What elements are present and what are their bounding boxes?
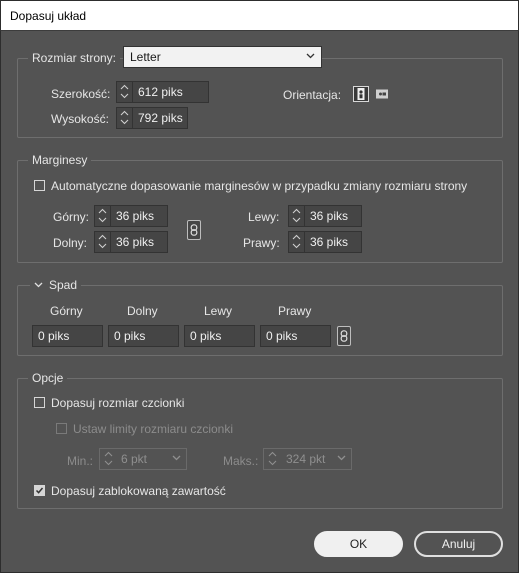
min-size-select[interactable]: 6 pkt (99, 448, 187, 470)
bleed-left-label: Lewy (204, 304, 233, 318)
stepper-arrows-icon[interactable] (104, 451, 113, 466)
margin-left-stepper[interactable]: 36 piks (288, 205, 362, 227)
link-bleed-icon[interactable] (337, 326, 351, 346)
stepper-arrows-icon[interactable] (95, 232, 111, 252)
stepper-arrows-icon[interactable] (289, 232, 305, 252)
auto-margins-label: Automatyczne dopasowanie marginesów w pr… (51, 179, 468, 193)
min-label: Min.: (67, 454, 94, 468)
font-limits-label: Ustaw limity rozmiaru czcionki (73, 422, 234, 436)
height-label: Wysokość: (51, 112, 109, 126)
margin-bottom-value: 36 piks (116, 235, 155, 249)
stepper-arrows-icon[interactable] (117, 82, 133, 102)
chevron-down-icon (306, 53, 315, 59)
max-size-value: 324 pkt (286, 452, 326, 466)
locked-content-label: Dopasuj zablokowaną zawartość (51, 484, 226, 498)
bleed-right-label: Prawy (278, 304, 312, 318)
bleed-bottom-label: Dolny (127, 304, 158, 318)
font-limits-checkbox[interactable] (56, 423, 67, 434)
dialog-body: Rozmiar strony: Letter Szerokość: 612 pi… (0, 31, 519, 573)
bleed-top-label: Górny (50, 304, 83, 318)
min-size-value: 6 pkt (121, 452, 148, 466)
bleed-legend: Spad (49, 278, 78, 292)
bleed-top-input[interactable]: 0 piks (32, 325, 103, 347)
bleed-right-input[interactable]: 0 piks (260, 325, 331, 347)
ok-button[interactable]: OK (314, 531, 403, 557)
margin-top-value: 36 piks (116, 209, 155, 223)
stepper-arrows-icon[interactable] (289, 206, 305, 226)
margin-right-value: 36 piks (310, 235, 349, 249)
chevron-down-icon (337, 455, 346, 461)
font-size-label: Dopasuj rozmiar czcionki (51, 396, 185, 410)
margin-left-label: Lewy: (248, 210, 280, 224)
height-stepper[interactable]: 792 piks (116, 107, 188, 129)
locked-content-checkbox[interactable] (34, 485, 45, 496)
bleed-left-input[interactable]: 0 piks (184, 325, 255, 347)
landscape-orientation-icon[interactable] (374, 86, 390, 102)
margin-top-stepper[interactable]: 36 piks (94, 205, 168, 227)
bleed-header[interactable]: Spad (30, 278, 82, 292)
max-label: Maks.: (223, 454, 259, 468)
width-stepper[interactable]: 612 piks (116, 81, 209, 103)
margin-bottom-label: Dolny: (53, 236, 88, 250)
options-legend: Opcje (28, 371, 68, 385)
margins-legend: Marginesy (28, 153, 92, 167)
link-margins-icon[interactable] (187, 220, 201, 240)
page-size-value: Letter (130, 50, 161, 64)
chevron-down-icon (172, 455, 181, 461)
width-label: Szerokość: (51, 87, 111, 101)
stepper-arrows-icon[interactable] (117, 108, 133, 128)
margin-right-stepper[interactable]: 36 piks (288, 231, 362, 253)
portrait-orientation-icon[interactable] (353, 86, 369, 102)
margin-bottom-stepper[interactable]: 36 piks (94, 231, 168, 253)
chevron-down-icon[interactable] (34, 282, 43, 288)
stepper-arrows-icon[interactable] (268, 451, 277, 466)
checkmark-icon (35, 487, 44, 494)
max-size-select[interactable]: 324 pkt (263, 448, 352, 470)
stepper-arrows-icon[interactable] (95, 206, 111, 226)
orientation-label: Orientacja: (283, 88, 342, 102)
height-value: 792 piks (138, 111, 183, 125)
auto-margins-checkbox[interactable] (34, 180, 45, 191)
title-bar: Dopasuj układ (0, 0, 519, 31)
cancel-button[interactable]: Anuluj (414, 531, 503, 557)
margin-top-label: Górny: (53, 210, 90, 224)
bleed-bottom-input[interactable]: 0 piks (108, 325, 179, 347)
margin-right-label: Prawy: (243, 236, 280, 250)
width-value: 612 piks (138, 85, 183, 99)
window-title: Dopasuj układ (10, 9, 87, 23)
page-size-select[interactable]: Letter (123, 46, 322, 68)
page-size-label: Rozmiar strony: (28, 51, 121, 65)
font-size-checkbox[interactable] (34, 397, 45, 408)
margin-left-value: 36 piks (310, 209, 349, 223)
